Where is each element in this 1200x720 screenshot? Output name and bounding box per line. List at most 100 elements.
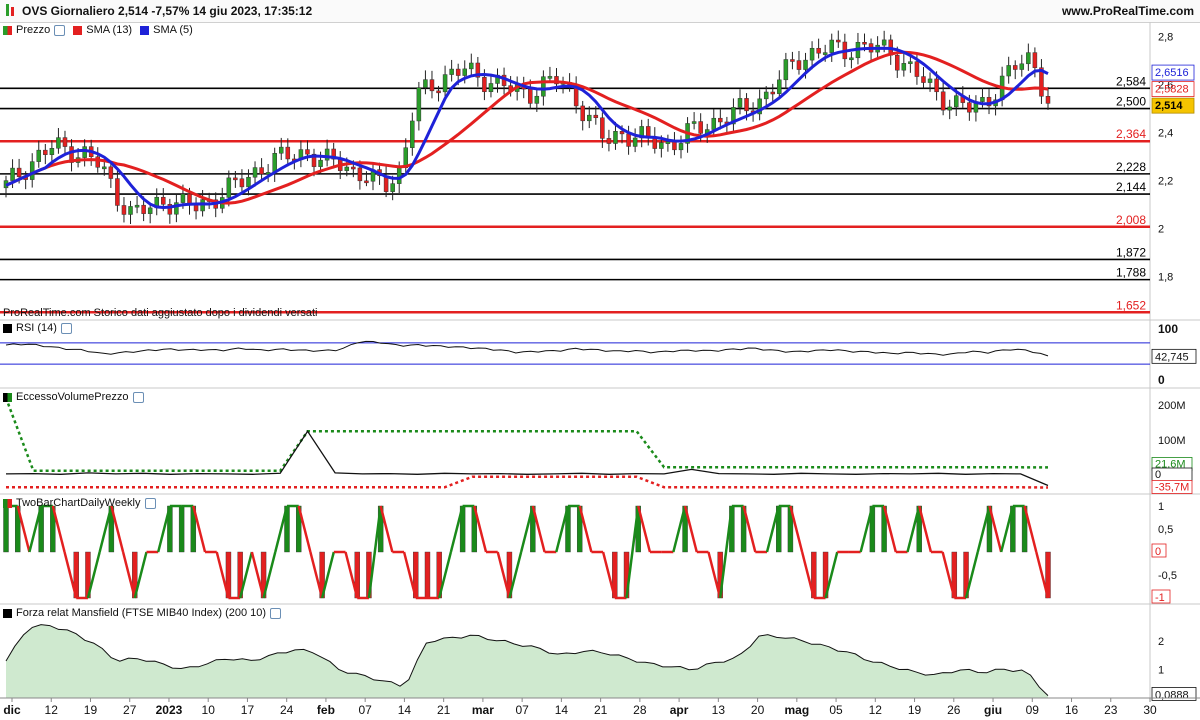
mansfield-last-label: 0,0888 [1155, 689, 1189, 701]
candle [901, 63, 907, 71]
candle [809, 47, 815, 61]
wrench-icon[interactable] [132, 391, 144, 403]
candle [593, 114, 599, 119]
candle [777, 79, 782, 94]
candle [108, 166, 114, 179]
candle [102, 166, 107, 170]
excess-legend-label: EccessoVolumePrezzo [16, 391, 129, 403]
candle [534, 95, 540, 104]
candle [469, 62, 474, 70]
level-label: 1,788 [1116, 266, 1146, 280]
candle [455, 68, 461, 76]
price-legend-label: Prezzo [16, 24, 51, 36]
candle [134, 204, 140, 208]
last-value-label: 2,6516 [1155, 67, 1189, 79]
candle [390, 183, 395, 192]
mansfield-y-tick: 2 [1158, 636, 1164, 648]
wrench-icon[interactable] [60, 322, 72, 334]
candle [849, 57, 854, 61]
rsi-legend-label: RSI (14) [16, 322, 57, 334]
candle [672, 141, 677, 151]
candle [1026, 52, 1031, 65]
candle [600, 117, 605, 139]
candle [678, 143, 684, 151]
wrench-icon[interactable] [270, 607, 282, 619]
x-tick-label: 16 [1065, 703, 1079, 717]
candle [95, 156, 100, 168]
sma13-line [5, 50, 1049, 205]
candle [364, 180, 369, 184]
candle [967, 102, 972, 113]
rsi-line [5, 340, 1049, 357]
x-tick-label: 20 [751, 703, 765, 717]
candle [626, 133, 631, 147]
rsi-y-tick: 100 [1158, 322, 1178, 336]
x-tick-label: 26 [947, 703, 961, 717]
twobar-y-tick: -0,5 [1158, 570, 1177, 582]
candle [410, 120, 415, 148]
candle [272, 153, 277, 173]
level-label: 1,872 [1116, 245, 1146, 259]
x-tick-label: giu [984, 703, 1002, 717]
candle [829, 39, 834, 53]
candle [862, 41, 867, 45]
rsi-swatch [3, 323, 12, 333]
candle [665, 141, 671, 144]
twobar-bar [3, 505, 9, 553]
excess-swatch [3, 392, 12, 402]
candle [252, 167, 258, 178]
twobar-y-tick: 0,5 [1158, 524, 1173, 536]
candle [1045, 96, 1051, 104]
candle [161, 196, 166, 205]
twobar-last-label: 0 [1155, 546, 1161, 558]
candle [659, 142, 664, 149]
candle [619, 131, 625, 135]
candle [226, 177, 232, 198]
candle [482, 77, 487, 93]
wrench-icon[interactable] [144, 497, 156, 509]
candle [423, 79, 428, 88]
candle [737, 98, 743, 108]
candle [790, 59, 795, 62]
excess-y-tick: 100M [1158, 435, 1186, 447]
candle [36, 149, 42, 162]
mansfield-area [6, 624, 1048, 698]
excess-green-line [4, 397, 1049, 473]
candle [763, 91, 769, 100]
candle [259, 167, 264, 175]
candle [396, 167, 402, 184]
twobar-y-tick: 1 [1158, 501, 1164, 513]
candle [947, 106, 952, 111]
x-tick-label: 14 [555, 703, 569, 717]
x-tick-label: 23 [1104, 703, 1118, 717]
x-tick-label: 30 [1143, 703, 1157, 717]
legend-twobar: TwoBarChartDailyWeekly [3, 497, 156, 509]
wrench-icon[interactable] [54, 24, 66, 36]
level-label: 2,584 [1116, 74, 1146, 88]
x-tick-label: 27 [123, 703, 137, 717]
x-tick-label: 28 [633, 703, 647, 717]
level-label: 2,364 [1116, 127, 1146, 141]
candle [698, 121, 703, 134]
footnote-text: ProRealTime.com Storico dati aggiustato … [3, 307, 318, 319]
price-y-tick: 1,8 [1158, 272, 1173, 284]
excess-last-label: 0 [1155, 469, 1161, 481]
candle [29, 161, 35, 180]
candle [285, 146, 291, 160]
candle [770, 91, 776, 95]
x-tick-label: 12 [869, 703, 883, 717]
level-label: 2,144 [1116, 180, 1146, 194]
x-tick-label: 19 [84, 703, 98, 717]
candle [580, 105, 585, 122]
candle [645, 126, 651, 137]
price-y-tick: 2,8 [1158, 31, 1173, 43]
candle [416, 87, 422, 122]
x-tick-label: 07 [358, 703, 372, 717]
x-tick-label: 2023 [156, 703, 183, 717]
candle [324, 148, 330, 161]
candle [233, 177, 238, 181]
candle [115, 178, 120, 206]
candle [613, 131, 618, 144]
x-tick-label: mag [784, 703, 809, 717]
legend-excess: EccessoVolumePrezzo [3, 391, 144, 403]
